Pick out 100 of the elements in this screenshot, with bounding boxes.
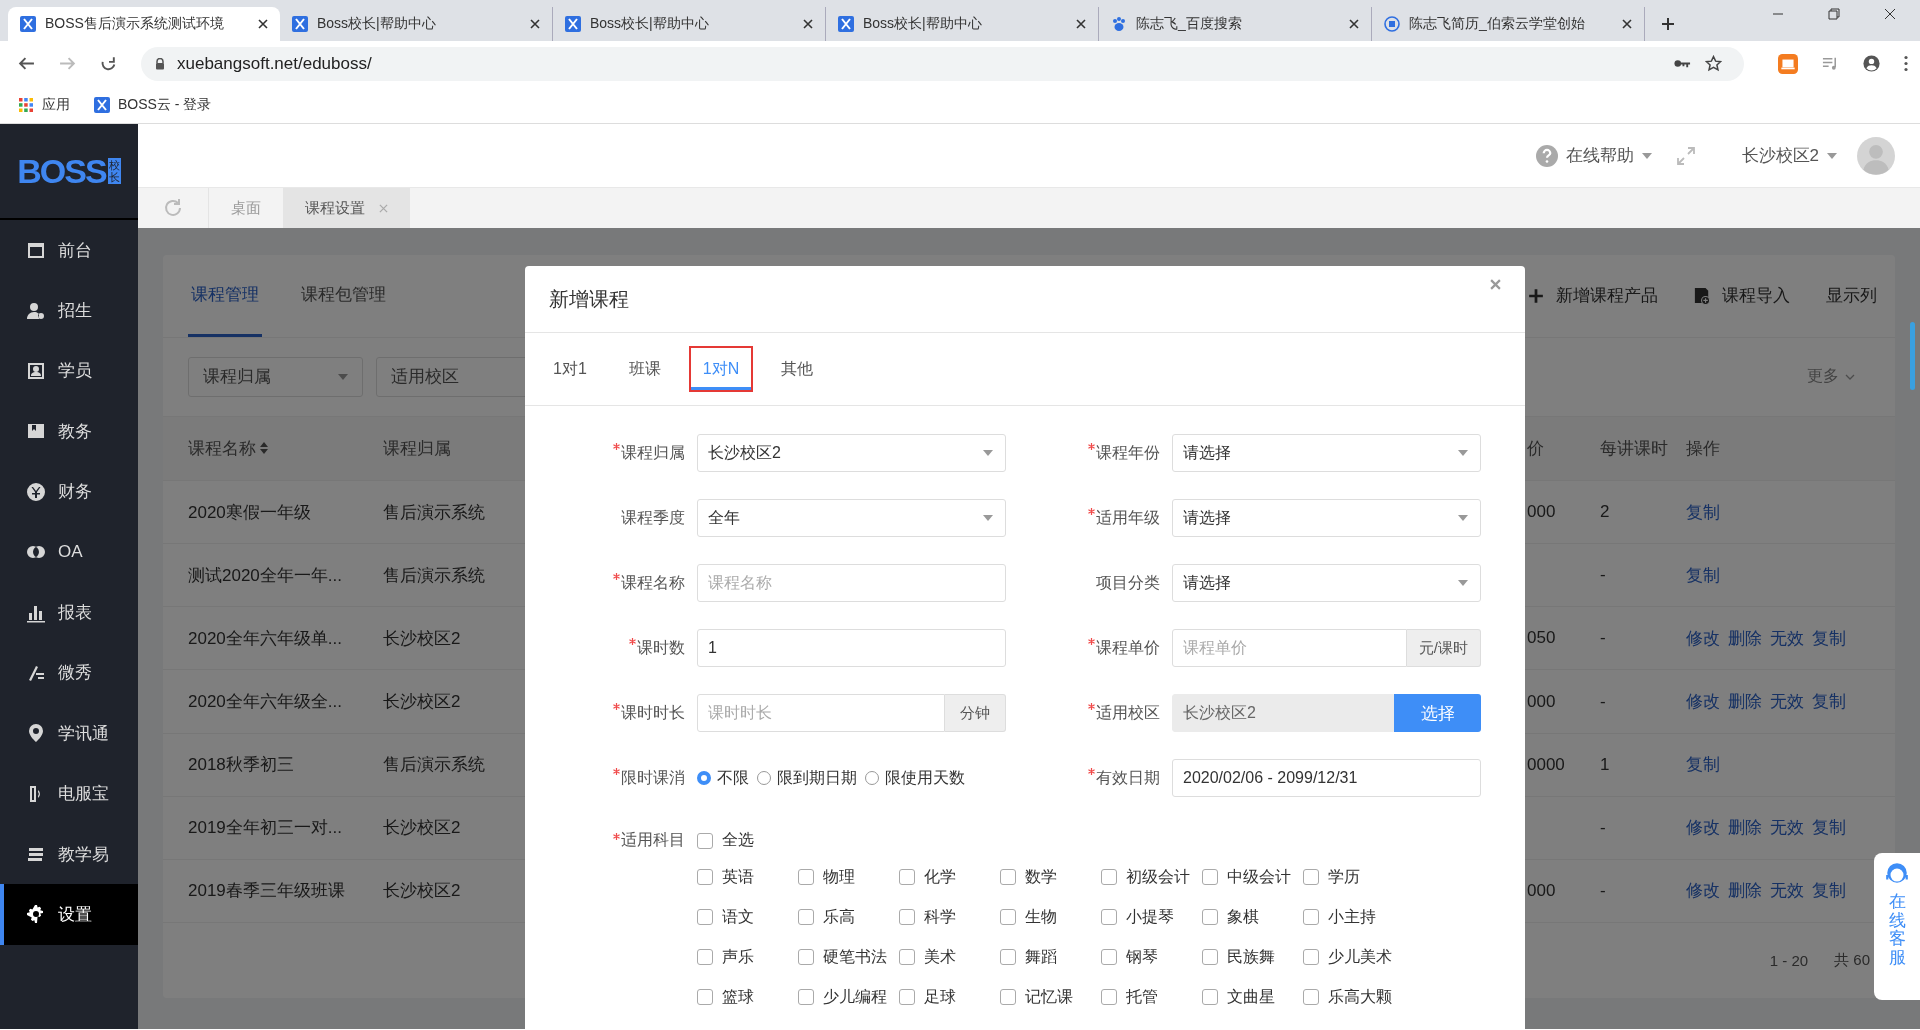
checkbox-label: 钢琴 xyxy=(1126,946,1158,967)
table-cell: 长沙校区2 xyxy=(383,881,461,901)
dialog-title: 新增课程 xyxy=(549,286,629,312)
checkbox-label: 舞蹈 xyxy=(1025,946,1057,967)
field-label: 有效日期 xyxy=(1096,767,1160,788)
table-cell: 2020全年六年级单... xyxy=(188,628,342,648)
input-field[interactable]: 课时时长 xyxy=(697,694,945,732)
table-cell: 长沙校区2 xyxy=(383,818,461,838)
filter-select[interactable]: 课程归属 xyxy=(188,356,363,397)
sidebar-item[interactable]: 学员 xyxy=(0,340,138,402)
table-cell: 2020全年六年级全... xyxy=(188,692,342,711)
input-field[interactable]: 课程名称 xyxy=(697,564,1006,602)
browser-tab[interactable]: Boss校长|帮助中心 xyxy=(280,7,553,41)
field-label: 限时课消 xyxy=(621,767,685,788)
field-label: 适用年级 xyxy=(1096,507,1160,528)
browser-tab[interactable]: 陈志飞_百度搜索 xyxy=(1099,7,1372,41)
table-cell: 000 xyxy=(1527,691,1556,711)
dialog-tab[interactable]: 其他 xyxy=(767,346,828,392)
help-menu[interactable]: 在线帮助 xyxy=(1535,144,1652,167)
radio-label: 不限 xyxy=(717,767,749,788)
column-header: 每讲课时 xyxy=(1600,437,1668,460)
address-bar[interactable]: xuebangsoft.net/eduboss/ xyxy=(141,46,1744,81)
select-field[interactable]: 请选择 xyxy=(1172,564,1481,602)
checkbox-label: 乐高 xyxy=(823,906,855,927)
page-tab[interactable]: 课程设置 xyxy=(283,188,410,228)
field-label: 课时数 xyxy=(637,637,685,658)
logo-text: BOSS xyxy=(17,151,106,191)
sidebar-item[interactable]: 微秀 xyxy=(0,642,138,704)
tab-title: 陈志飞简历_伯索云学堂创始 xyxy=(1409,15,1586,33)
checkbox-label: 美术 xyxy=(924,946,956,967)
column-header: 课程归属 xyxy=(383,437,451,460)
column-header: 课程名称 xyxy=(188,436,268,460)
checkbox-label: 硬笔书法 xyxy=(823,946,887,967)
table-cell: - xyxy=(1600,565,1606,585)
checkbox-label: 物理 xyxy=(823,866,855,887)
table-cell: - xyxy=(1600,628,1606,648)
unit-addon: 元/课时 xyxy=(1406,629,1481,667)
input-field: 长沙校区2 xyxy=(1172,694,1394,732)
service-label: 在线客服 xyxy=(1888,893,1906,968)
radio-label: 限到期日期 xyxy=(777,767,857,788)
logo-badge: 校长 xyxy=(107,157,121,185)
sidebar-item[interactable]: OA xyxy=(0,521,138,583)
sidebar-item[interactable]: 前台 xyxy=(0,220,138,281)
input-field[interactable]: 课程单价 xyxy=(1172,629,1407,667)
content-tab[interactable]: 课程包管理 xyxy=(298,255,389,337)
checkbox-label: 英语 xyxy=(722,866,754,887)
table-cell: 050 xyxy=(1527,628,1556,648)
checkbox-label: 学历 xyxy=(1328,866,1360,887)
input-field[interactable]: 1 xyxy=(697,629,1006,667)
bookmark[interactable]: BOSS云 - 登录 xyxy=(94,95,212,114)
table-cell: 测试2020全年一年... xyxy=(188,565,342,585)
total-count: 共 60 xyxy=(1834,951,1870,971)
sidebar-item[interactable]: 财务 xyxy=(0,461,138,522)
unit-addon: 分钟 xyxy=(945,694,1006,732)
checkbox-label: 声乐 xyxy=(722,946,754,967)
select-field[interactable]: 请选择 xyxy=(1172,499,1481,537)
checkbox-label: 全选 xyxy=(722,830,754,850)
field-label: 课程归属 xyxy=(621,442,685,463)
checkbox-label: 语文 xyxy=(722,906,754,927)
select-field[interactable]: 请选择 xyxy=(1172,434,1481,472)
select-field[interactable]: 长沙校区2 xyxy=(697,434,1006,472)
sidebar-item[interactable]: 报表 xyxy=(0,582,138,643)
table-cell: 售后演示系统 xyxy=(383,755,485,775)
select-field[interactable]: 全年 xyxy=(697,499,1006,537)
sidebar-item[interactable]: 教学易 xyxy=(0,823,138,885)
checkbox-label: 化学 xyxy=(924,866,956,887)
checkbox-label: 少儿美术 xyxy=(1328,946,1392,967)
browser-tab[interactable]: 陈志飞简历_伯索云学堂创始 xyxy=(1372,7,1645,41)
campus-menu[interactable]: 长沙校区2 xyxy=(1741,144,1837,167)
input-field[interactable]: 2020/02/06 - 2099/12/31 xyxy=(1172,759,1481,797)
checkbox-label: 中级会计 xyxy=(1227,866,1291,887)
sidebar-item[interactable]: 设置 xyxy=(0,884,138,945)
sidebar-item[interactable]: 学讯通 xyxy=(0,703,138,764)
sidebar-item[interactable]: 招生 xyxy=(0,280,138,341)
dialog-tab[interactable]: 班课 xyxy=(614,346,675,392)
browser-tab[interactable]: BOSS售后演示系统测试环境 xyxy=(8,7,280,41)
browser-tab[interactable]: Boss校长|帮助中心 xyxy=(826,7,1099,41)
toolbar-action[interactable]: 课程导入 xyxy=(1694,284,1790,308)
checkbox-label: 初级会计 xyxy=(1126,866,1190,887)
tab-title: Boss校长|帮助中心 xyxy=(863,15,983,33)
checkbox-label: 少儿编程 xyxy=(823,986,887,1007)
field-label: 项目分类 xyxy=(1096,572,1160,593)
toolbar-action[interactable]: 新增课程产品 xyxy=(1528,284,1658,308)
table-cell: 2 xyxy=(1600,502,1610,522)
sidebar-item[interactable]: 教务 xyxy=(0,401,138,462)
table-cell: 售后演示系统 xyxy=(383,565,485,585)
table-cell: 长沙校区2 xyxy=(383,628,461,648)
browser-tab[interactable]: Boss校长|帮助中心 xyxy=(553,7,826,41)
table-cell: 2018秋季初三 xyxy=(188,755,294,775)
bookmark[interactable]: 应用 xyxy=(18,95,70,114)
sidebar-item[interactable]: 电服宝 xyxy=(0,763,138,824)
checkbox-label: 乐高大颗 xyxy=(1328,986,1392,1007)
checkbox-label: 托管 xyxy=(1126,986,1158,1007)
toolbar-action[interactable]: 显示列 xyxy=(1826,284,1877,308)
table-cell: - xyxy=(1600,817,1606,837)
checkbox-label: 篮球 xyxy=(722,986,754,1007)
checkbox-label: 科学 xyxy=(924,906,956,927)
url-text: xuebangsoft.net/eduboss/ xyxy=(177,53,372,74)
field-label: 课程名称 xyxy=(621,572,685,593)
column-header: 价 xyxy=(1527,437,1544,460)
